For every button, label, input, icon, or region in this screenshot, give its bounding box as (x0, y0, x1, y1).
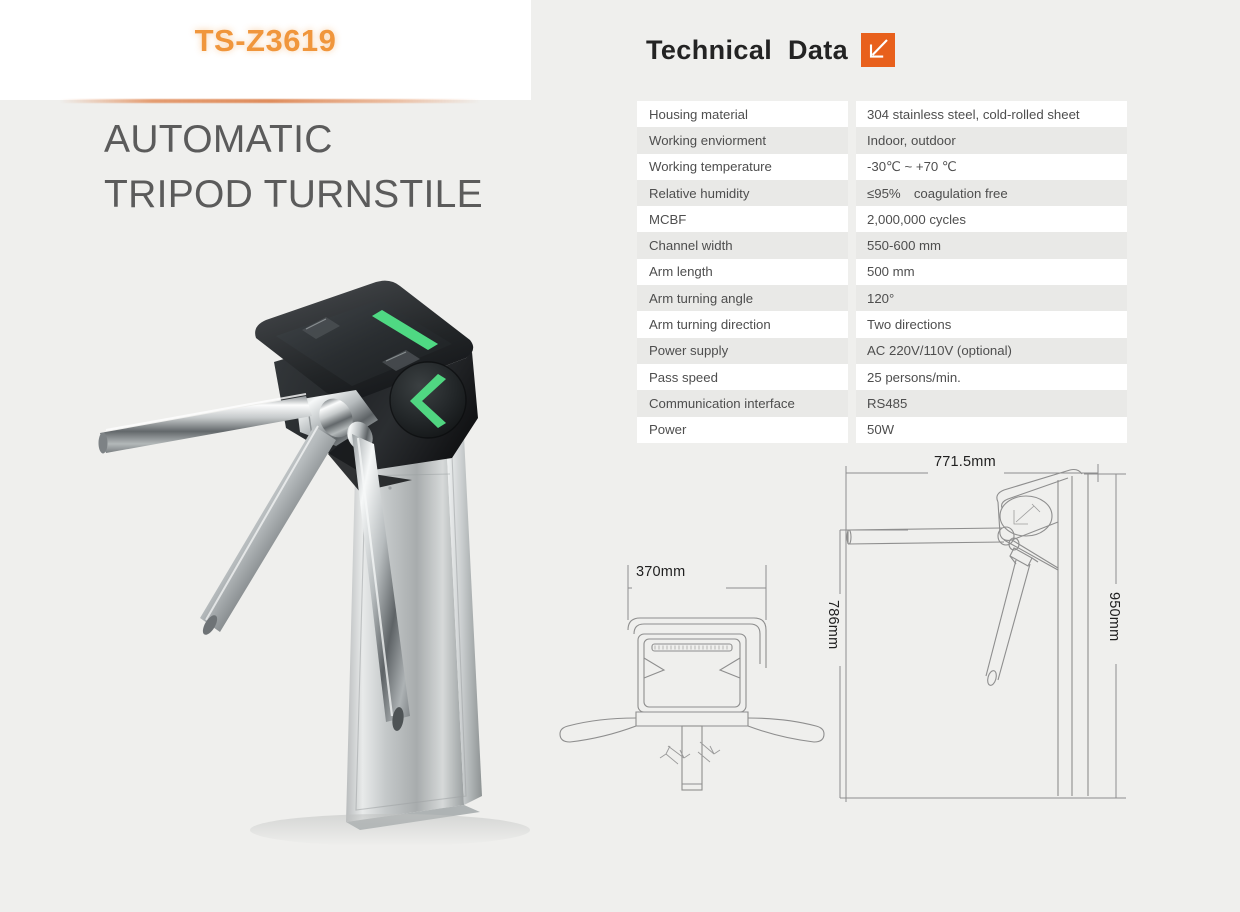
side-view-drawing: 771.5mm 786mm 950mm (825, 452, 1146, 812)
tripod-arm-lower-left (200, 425, 336, 635)
table-row: Pass speed 25 persons/min. (637, 363, 1127, 391)
side-view-total-height-label: 950mm (1106, 592, 1122, 642)
spec-label: Relative humidity (637, 179, 848, 207)
spec-value: 50W (856, 416, 1127, 443)
table-row: Working temperature -30℃ ~ +70 ℃ (637, 153, 1127, 180)
spec-value: RS485 (856, 390, 1127, 417)
table-row: Power supply AC 220V/110V (optional) (637, 337, 1127, 364)
spec-label: Working temperature (637, 153, 848, 180)
spec-label: Communication interface (637, 390, 848, 417)
side-view-width-label: 771.5mm (934, 454, 996, 470)
spec-label: Power (637, 416, 848, 443)
technical-data-label: Technical Data (646, 34, 849, 65)
table-row: Channel width 550-600 mm (637, 232, 1127, 259)
datasheet-page: TS-Z3619 AUTOMATIC TRIPOD TURNSTILE Tech… (0, 0, 1240, 912)
model-code: TS-Z3619 (194, 23, 337, 58)
spec-label: Arm turning angle (637, 285, 848, 312)
spec-label: Arm turning direction (637, 311, 848, 338)
front-view-drawing: 370mm (548, 560, 848, 795)
spec-value: ≤95% coagulation free (856, 179, 1127, 207)
arrow-down-left-icon (861, 33, 896, 67)
spec-label: Housing material (637, 101, 848, 128)
spec-value: Two directions (856, 311, 1127, 338)
spec-value: 120° (856, 285, 1127, 312)
table-row: Arm turning angle 120° (637, 285, 1127, 312)
spec-label: Power supply (637, 337, 848, 364)
table-row: Relative humidity ≤95% coagulation free (637, 179, 1127, 207)
spec-value: 500 mm (856, 258, 1127, 286)
spec-value: 25 persons/min. (856, 363, 1127, 391)
spec-label: Channel width (637, 232, 848, 259)
spec-value: -30℃ ~ +70 ℃ (856, 153, 1127, 180)
spec-label: MCBF (637, 206, 848, 233)
technical-data-heading: Technical Data (646, 33, 896, 67)
spec-label: Arm length (637, 258, 848, 286)
table-row: Arm length 500 mm (637, 258, 1127, 286)
side-view-arm-height-label: 786mm (825, 600, 841, 650)
spec-value: Indoor, outdoor (856, 127, 1127, 154)
table-row: Power 50W (637, 416, 1127, 443)
table-row: Working enviorment Indoor, outdoor (637, 127, 1127, 154)
page-title-line-2: TRIPOD TURNSTILE (104, 173, 483, 216)
page-title: AUTOMATIC TRIPOD TURNSTILE (104, 112, 574, 222)
page-title-line-1: AUTOMATIC (104, 118, 333, 161)
table-row: Arm turning direction Two directions (637, 311, 1127, 338)
break-hatch-marks (659, 741, 721, 765)
header-accent-underline (60, 99, 480, 103)
table-row: Housing material 304 stainless steel, co… (637, 101, 1127, 128)
spec-value: 2,000,000 cycles (856, 206, 1127, 233)
spec-value: 550-600 mm (856, 232, 1127, 259)
tripod-turnstile-photo (60, 240, 580, 846)
spec-label: Working enviorment (637, 127, 848, 154)
front-view-width-label: 370mm (636, 564, 686, 580)
led-arrow-indicator (389, 361, 467, 439)
spec-label: Pass speed (637, 363, 848, 391)
table-row: Communication interface RS485 (637, 390, 1127, 417)
spec-value: AC 220V/110V (optional) (856, 337, 1127, 364)
spec-value: 304 stainless steel, cold-rolled sheet (856, 101, 1127, 128)
tripod-arm-left (98, 393, 312, 454)
specification-table: Housing material 304 stainless steel, co… (637, 101, 1127, 443)
table-row: MCBF 2,000,000 cycles (637, 206, 1127, 233)
